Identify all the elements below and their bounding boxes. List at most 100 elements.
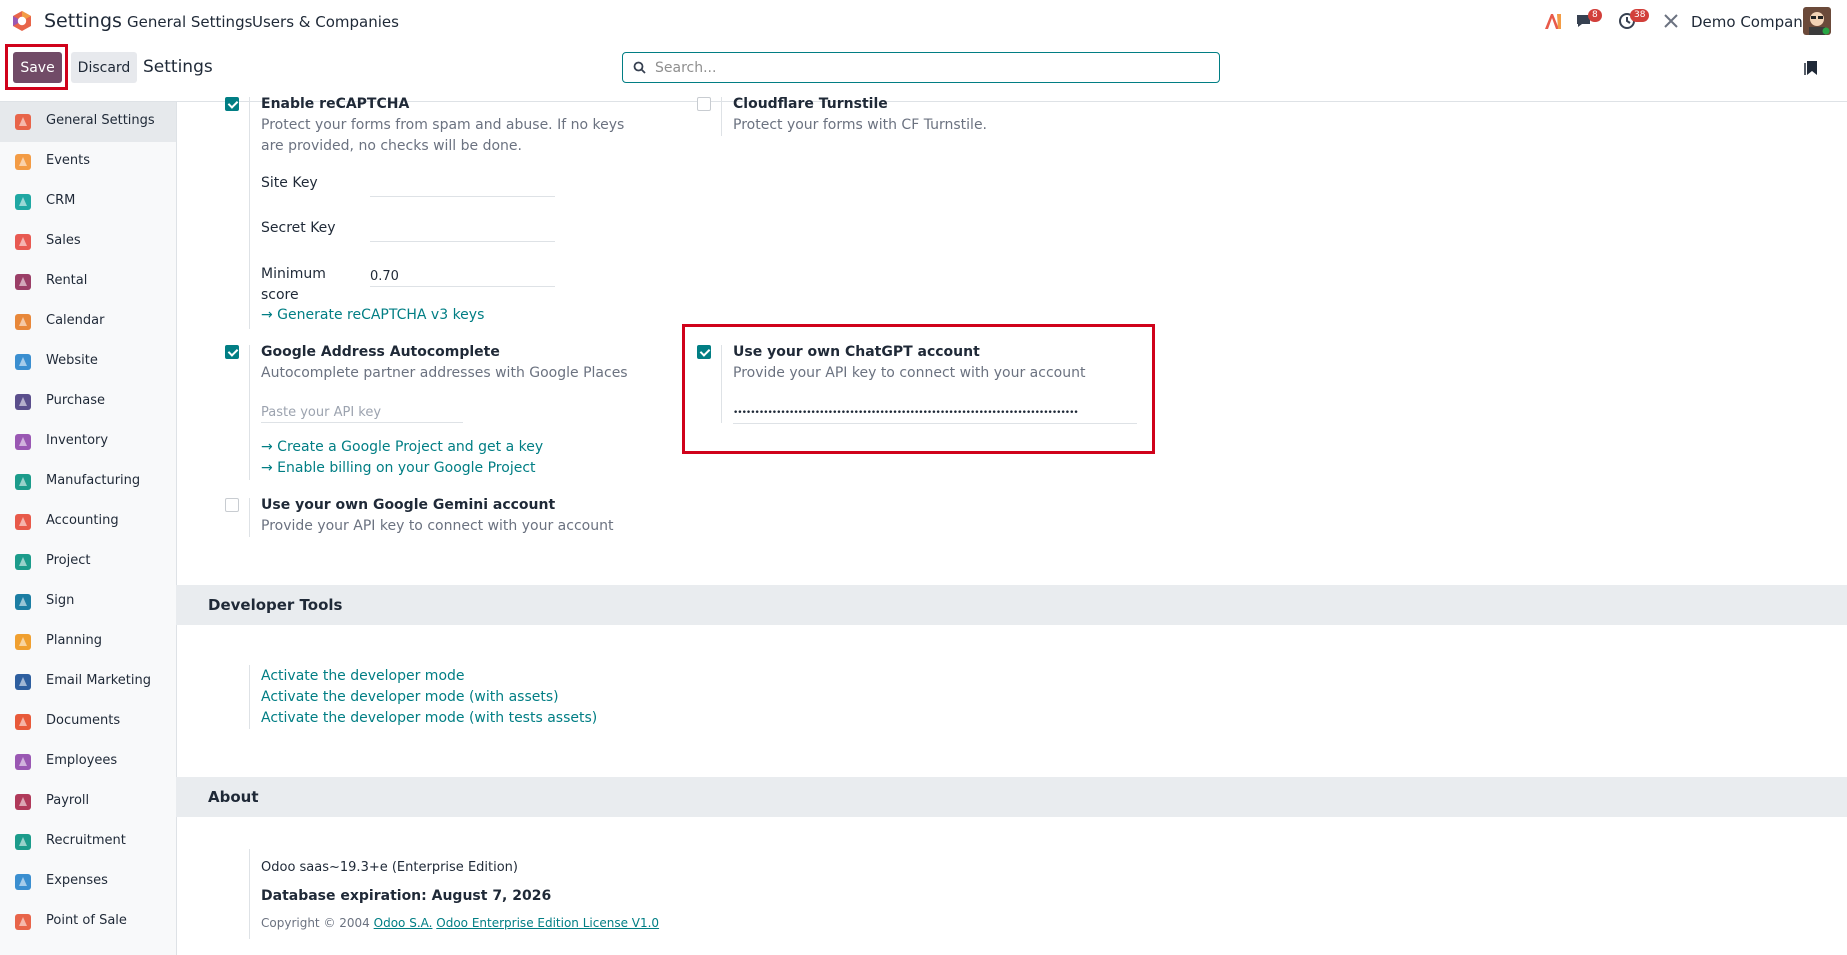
- payroll-icon: [15, 794, 31, 810]
- odoo-sa-link[interactable]: Odoo S.A.: [374, 916, 433, 930]
- sidebar-item-manufacturing[interactable]: Manufacturing: [0, 462, 176, 502]
- google-address-title: Google Address Autocomplete: [261, 344, 500, 360]
- developer-mode-link[interactable]: Activate the developer mode: [261, 668, 465, 684]
- app-title[interactable]: Settings: [44, 10, 122, 32]
- sign-icon: [15, 594, 31, 610]
- website-icon: [15, 354, 31, 370]
- menu-general-settings[interactable]: General Settings: [127, 13, 252, 31]
- sales-icon: [15, 234, 31, 250]
- accounting-icon: [15, 514, 31, 530]
- sidebar-item-label: Calendar: [46, 313, 105, 328]
- sidebar-item-label: Expenses: [46, 873, 108, 888]
- sidebar-item-planning[interactable]: Planning: [0, 622, 176, 662]
- chat-count-badge: 8: [1588, 9, 1602, 22]
- sidebar-item-expenses[interactable]: Expenses: [0, 862, 176, 902]
- sidebar-item-crm[interactable]: CRM: [0, 182, 176, 222]
- company-switcher[interactable]: Demo Company: [1691, 13, 1812, 31]
- sidebar-item-label: Sign: [46, 593, 75, 608]
- control-panel: Save Discard Settings: [0, 43, 1847, 102]
- inventory-icon: [15, 434, 31, 450]
- turnstile-desc: Protect your forms with CF Turnstile.: [733, 117, 988, 133]
- enable-billing-link[interactable]: → Enable billing on your Google Project: [261, 460, 536, 476]
- sidebar-item-label: Project: [46, 553, 91, 568]
- menu-users-companies[interactable]: Users & Companies: [252, 13, 399, 31]
- discard-button[interactable]: Discard: [71, 52, 137, 83]
- gemini-checkbox[interactable]: [225, 498, 239, 512]
- sidebar-item-label: Manufacturing: [46, 473, 141, 488]
- sidebar-item-inventory[interactable]: Inventory: [0, 422, 176, 462]
- site-key-input[interactable]: [370, 176, 555, 197]
- copyright-text: Copyright © 2004: [261, 916, 370, 930]
- events-icon: [15, 154, 31, 170]
- google-address-checkbox[interactable]: [225, 345, 239, 359]
- recaptcha-title: Enable reCAPTCHA: [261, 96, 410, 112]
- sidebar-item-sales[interactable]: Sales: [0, 222, 176, 262]
- sidebar-item-label: Events: [46, 153, 91, 168]
- license-link[interactable]: Odoo Enterprise Edition License V1.0: [436, 916, 659, 930]
- sidebar-item-recruitment[interactable]: Recruitment: [0, 822, 176, 862]
- copyright-line: Copyright © 2004 Odoo S.A. Odoo Enterpri…: [261, 916, 659, 930]
- avatar-icon[interactable]: [1803, 7, 1831, 35]
- sidebar-item-employees[interactable]: Employees: [0, 742, 176, 782]
- sidebar-item-point-of-sale[interactable]: Point of Sale: [0, 902, 176, 942]
- expenses-icon: [15, 874, 31, 890]
- sidebar-item-documents[interactable]: Documents: [0, 702, 176, 742]
- recaptcha-keys-link[interactable]: → Generate reCAPTCHA v3 keys: [261, 307, 484, 323]
- activity-count-badge: 38: [1630, 9, 1650, 22]
- secret-key-label: Secret Key: [261, 220, 336, 236]
- project-icon: [15, 554, 31, 570]
- developer-mode-assets-link[interactable]: Activate the developer mode (with assets…: [261, 689, 559, 705]
- calendar-icon: [15, 314, 31, 330]
- google-address-desc: Autocomplete partner addresses with Goog…: [261, 365, 628, 381]
- sidebar-item-calendar[interactable]: Calendar: [0, 302, 176, 342]
- sidebar-item-website[interactable]: Website: [0, 342, 176, 382]
- sidebar-item-email-marketing[interactable]: Email Marketing: [0, 662, 176, 702]
- developer-tools-section: Developer Tools: [176, 585, 1847, 625]
- sidebar-item-label: Email Marketing: [46, 673, 151, 688]
- documents-icon: [15, 714, 31, 730]
- create-google-project-link[interactable]: → Create a Google Project and get a key: [261, 439, 543, 455]
- tools-icon[interactable]: [1663, 13, 1679, 29]
- bookmark-icon[interactable]: [1804, 60, 1818, 76]
- sidebar-item-label: Employees: [46, 753, 118, 768]
- sidebar-item-sign[interactable]: Sign: [0, 582, 176, 622]
- turnstile-checkbox[interactable]: [697, 97, 711, 111]
- crm-icon: [15, 194, 31, 210]
- sidebar-item-label: General Settings: [46, 113, 155, 128]
- odoo-logo-icon[interactable]: [10, 9, 34, 33]
- sidebar-item-accounting[interactable]: Accounting: [0, 502, 176, 542]
- sidebar-item-label: Website: [46, 353, 98, 368]
- recaptcha-desc: Protect your forms from spam and abuse. …: [261, 117, 625, 154]
- sidebar-item-purchase[interactable]: Purchase: [0, 382, 176, 422]
- sidebar-item-label: Payroll: [46, 793, 90, 808]
- google-api-key-input[interactable]: [261, 402, 463, 423]
- sidebar-item-label: Sales: [46, 233, 81, 248]
- min-score-input[interactable]: [370, 266, 555, 287]
- database-expiration: Database expiration: August 7, 2026: [261, 888, 552, 904]
- ai-icon[interactable]: [1544, 12, 1564, 30]
- developer-mode-tests-link[interactable]: Activate the developer mode (with tests …: [261, 710, 597, 726]
- sidebar-item-label: Purchase: [46, 393, 106, 408]
- search-box[interactable]: [622, 52, 1220, 83]
- email-marketing-icon: [15, 674, 31, 690]
- sidebar-item-rental[interactable]: Rental: [0, 262, 176, 302]
- turnstile-title: Cloudflare Turnstile: [733, 96, 888, 112]
- top-navbar: Settings General Settings Users & Compan…: [0, 0, 1847, 43]
- purchase-icon: [15, 394, 31, 410]
- sidebar-item-label: Documents: [46, 713, 121, 728]
- secret-key-input[interactable]: [370, 221, 555, 242]
- gemini-desc: Provide your API key to connect with you…: [261, 518, 614, 534]
- sidebar-item-label: Point of Sale: [46, 913, 127, 928]
- sidebar-item-project[interactable]: Project: [0, 542, 176, 582]
- sidebar-item-events[interactable]: Events: [0, 142, 176, 182]
- rental-icon: [15, 274, 31, 290]
- sidebar-item-payroll[interactable]: Payroll: [0, 782, 176, 822]
- recaptcha-checkbox[interactable]: [225, 97, 239, 111]
- sidebar-item-label: Rental: [46, 273, 88, 288]
- search-input[interactable]: [653, 57, 1207, 79]
- version-text: Odoo saas~19.3+e (Enterprise Edition): [261, 860, 518, 875]
- save-button-highlight: [5, 44, 68, 90]
- sidebar-item-general-settings[interactable]: General Settings: [0, 102, 176, 142]
- sidebar-item-label: Planning: [46, 633, 102, 648]
- about-section: About: [176, 777, 1847, 817]
